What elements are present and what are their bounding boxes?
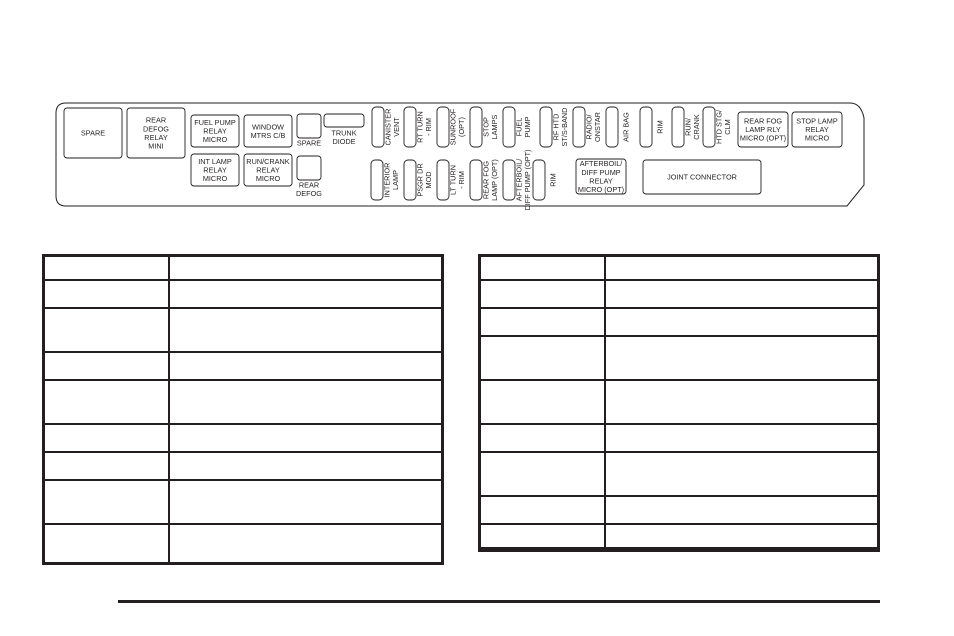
- fuse-number-cell: [478, 450, 606, 497]
- fuse-number-cell: [42, 478, 170, 525]
- rim-bottom-box: [532, 159, 546, 201]
- fuse-number-cell: [42, 522, 170, 565]
- usage-cell: [604, 306, 880, 337]
- fuse-number-cell: [478, 422, 606, 453]
- radio-onstar-label: RADIO/ONSTAR: [584, 112, 602, 142]
- fuse-number-cell: [42, 350, 170, 381]
- fuse-table-right: [478, 254, 880, 552]
- usage-cell: [168, 422, 444, 453]
- table-row: [478, 422, 880, 453]
- canister-vent-box: [371, 106, 385, 148]
- rim-top-label: RIM: [656, 120, 665, 133]
- table-row: [42, 306, 444, 353]
- fuse-number-cell: [42, 278, 170, 309]
- usage-cell: [168, 478, 444, 525]
- fuse-number-cell: [478, 378, 606, 425]
- spare-small-label: SPARE: [297, 139, 321, 148]
- fuel-pump-box: [502, 106, 516, 148]
- fuse-table-left: [42, 254, 444, 565]
- table-row: [478, 450, 880, 497]
- stop-lamps-box: [469, 106, 483, 148]
- fuse-number-cell: [42, 450, 170, 481]
- table-row: [478, 306, 880, 337]
- usage-cell: [604, 278, 880, 309]
- rear-fog-lamp-box: [469, 159, 483, 201]
- fuse-number-cell: [42, 378, 170, 425]
- fuse-number-cell: [478, 546, 606, 551]
- stop-lamps-label: STOPLAMPS: [481, 115, 499, 140]
- table-row: [42, 522, 444, 565]
- table-row: [478, 546, 880, 551]
- usage-cell: [168, 306, 444, 353]
- table-row: [42, 450, 444, 481]
- air-bag-box: [605, 106, 619, 148]
- fuse-number-cell: [478, 494, 606, 525]
- sunroof-box: [436, 106, 450, 148]
- radio-onstar-box: [572, 106, 586, 148]
- table-row: [478, 278, 880, 309]
- fuel-pump-label: FUELPUMP: [514, 116, 532, 137]
- fuse-number-cell: [42, 422, 170, 453]
- usage-cell: [604, 334, 880, 381]
- rear-defog-label: REAR DEFOG: [296, 180, 322, 198]
- window-mtrs-cb-label: WINDOW MTRS C/B: [251, 122, 286, 140]
- htd-stg-clm-box: [702, 106, 716, 148]
- table-row: [42, 278, 444, 309]
- spare-large-label: SPARE: [81, 129, 105, 138]
- usage-cell: [168, 278, 444, 309]
- usage-cell: [168, 378, 444, 425]
- joint-connector-label: JOINT CONNECTOR: [667, 173, 737, 182]
- rt-turn-rim-box: [403, 106, 417, 148]
- table-row: [478, 334, 880, 381]
- usage-cell: [604, 494, 880, 525]
- rear-fog-lamp-rly-label: REAR FOG LAMP RLY MICRO (OPT): [740, 117, 786, 143]
- fuse-number-cell: [42, 254, 170, 281]
- usage-cell: [604, 378, 880, 425]
- usage-cell: [168, 254, 444, 281]
- table-row: [478, 378, 880, 425]
- rim-bottom-label: RIM: [549, 173, 558, 186]
- psgr-dr-mod-box: [403, 159, 417, 201]
- trunk-diode-box: [323, 113, 365, 128]
- table-row: [478, 494, 880, 525]
- table-header-row: [478, 254, 880, 281]
- usage-cell: [168, 350, 444, 381]
- run-crank-box: [671, 106, 685, 148]
- table-row: [42, 422, 444, 453]
- usage-cell: [604, 546, 880, 551]
- rf-htd-sts-band-box: [539, 106, 553, 148]
- usage-cell: [604, 522, 880, 549]
- fuse-number-cell: [478, 522, 606, 549]
- lt-turn-rim-box: [436, 159, 450, 201]
- trunk-diode-label: TRUNK DIODE: [331, 128, 356, 146]
- table-row: [42, 350, 444, 381]
- interior-lamp-box: [370, 159, 384, 201]
- usage-cell: [604, 450, 880, 497]
- table-row: [478, 522, 880, 549]
- page-bottom-rule: [118, 600, 880, 603]
- afterboil-diff-pump-relay-label: AFTERBOIL/DIFF PUMP RELAY MICRO (OPT): [578, 159, 624, 194]
- rear-fog-lamp-label: REAR FOGLAMP (OPT): [481, 159, 499, 201]
- usage-cell: [168, 522, 444, 565]
- fuse-number-cell: [42, 306, 170, 353]
- rear-defog-box: [296, 155, 322, 181]
- spare-small-box: [296, 113, 322, 139]
- usage-cell: [604, 254, 880, 281]
- fuse-number-cell: [478, 254, 606, 281]
- usage-cell: [168, 450, 444, 481]
- table-row: [42, 378, 444, 425]
- fuse-number-cell: [478, 278, 606, 309]
- rim-top-box: [639, 106, 653, 148]
- air-bag-label: AIR BAG: [622, 112, 631, 142]
- afterboil-diff-pump-box: [502, 159, 516, 201]
- fuse-number-cell: [478, 306, 606, 337]
- fuse-block-diagram: SPAREREAR DEFOG RELAY MINIFUEL PUMP RELAY MIC…: [55, 102, 865, 211]
- table-row: [42, 478, 444, 525]
- table-header-row: [42, 254, 444, 281]
- fuse-number-cell: [478, 334, 606, 381]
- usage-cell: [604, 422, 880, 453]
